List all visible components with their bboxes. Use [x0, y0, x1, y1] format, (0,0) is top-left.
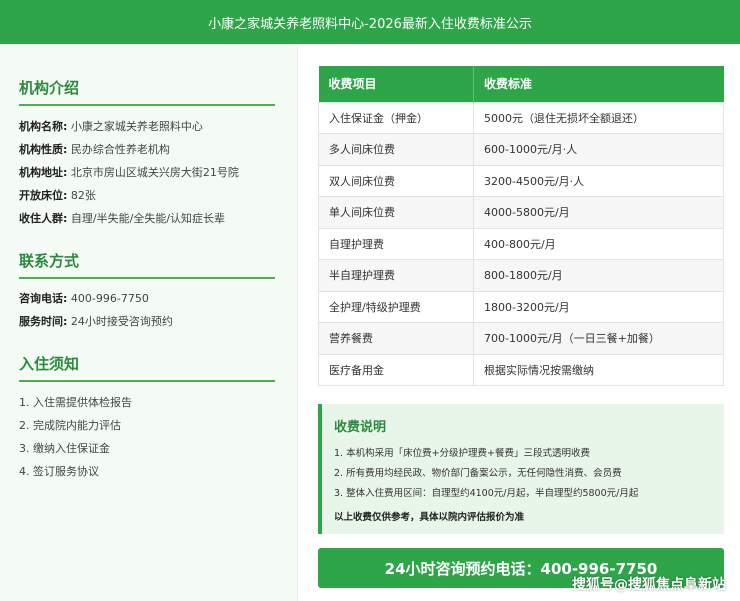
phone-link[interactable]: 400-996-7750: [71, 292, 149, 305]
table-row: 医疗备用金 根据实际情况按需缴纳: [318, 353, 724, 386]
note-line: 3. 整体入住费用区间：自理型约4100元/月起，半自理型约5800元/月起: [334, 488, 639, 499]
fee-item-cell: 营养餐费: [318, 322, 474, 355]
sidebar: 机构介绍 机构名称: 小康之家城关养老照料中心 机构性质: 民办综合性养老机构 …: [0, 44, 298, 601]
admission-item: 1. 入住需提供体检报告: [19, 396, 132, 409]
fee-item-cell: 双人间床位费: [318, 164, 474, 197]
fee-table: 收费项目 收费标准 入住保证金（押金） 5000元（退住无损坏全额退还） 多人间…: [318, 66, 724, 386]
table-row: 双人间床位费 3200-4500元/月·人: [318, 164, 724, 197]
fee-standard-cell: 3200-4500元/月·人: [473, 164, 724, 197]
fee-item-cell: 单人间床位费: [318, 196, 474, 229]
page-title: 小康之家城关养老照料中心-2026最新入住收费标准公示: [208, 16, 532, 32]
table-row: 单人间床位费 4000-5800元/月: [318, 196, 724, 229]
info-row-address: 机构地址: 北京市房山区城关兴房大街21号院: [19, 166, 239, 179]
fee-notes-box: 收费说明 1. 本机构采用「床位费+分级护理费+餐费」三段式透明收费 2. 所有…: [318, 404, 724, 534]
fee-item-cell: 医疗备用金: [318, 353, 474, 386]
table-row: 多人间床位费 600-1000元/月·人: [318, 133, 724, 166]
fee-standard-cell: 根据实际情况按需缴纳: [473, 353, 724, 386]
column-header-item: 收费项目: [318, 66, 474, 102]
note-line: 1. 本机构采用「床位费+分级护理费+餐费」三段式透明收费: [334, 448, 591, 459]
fee-table-header-row: 收费项目 收费标准: [318, 66, 724, 102]
info-row-phone: 咨询电话: 400-996-7750: [19, 292, 149, 305]
fee-item-cell: 多人间床位费: [318, 133, 474, 166]
note-line: 2. 所有费用均经民政、物价部门备案公示，无任何隐性消费、会员费: [334, 468, 622, 479]
fee-item-cell: 全护理/特级护理费: [318, 290, 474, 323]
column-header-standard: 收费标准: [473, 66, 724, 102]
fee-standard-cell: 1800-3200元/月: [473, 290, 724, 323]
table-row: 全护理/特级护理费 1800-3200元/月: [318, 290, 724, 323]
admission-item: 4. 签订服务协议: [19, 465, 99, 478]
info-row-hours: 服务时间: 24小时接受咨询预约: [19, 315, 173, 328]
section-title-institution: 机构介绍: [19, 77, 275, 106]
info-row-name: 机构名称: 小康之家城关养老照料中心: [19, 120, 203, 133]
admission-item: 2. 完成院内能力评估: [19, 419, 121, 432]
admission-item: 3. 缴纳入住保证金: [19, 442, 110, 455]
fee-standard-cell: 800-1800元/月: [473, 259, 724, 292]
section-title-contact: 联系方式: [19, 250, 275, 279]
info-row-beds: 开放床位: 82张: [19, 189, 96, 202]
info-row-nature: 机构性质: 民办综合性养老机构: [19, 143, 170, 156]
fee-standard-cell: 5000元（退住无损坏全额退还）: [473, 101, 724, 134]
fee-standard-cell: 600-1000元/月·人: [473, 133, 724, 166]
fee-standard-cell: 400-800元/月: [473, 227, 724, 260]
table-row: 自理护理费 400-800元/月: [318, 227, 724, 260]
watermark: 搜狐号@搜狐焦点阜新站: [572, 577, 726, 593]
table-row: 营养餐费 700-1000元/月（一日三餐+加餐）: [318, 322, 724, 355]
fee-item-cell: 自理护理费: [318, 227, 474, 260]
notes-title: 收费说明: [334, 420, 387, 435]
fee-item-cell: 入住保证金（押金）: [318, 101, 474, 134]
fee-item-cell: 半自理护理费: [318, 259, 474, 292]
section-title-admission: 入住须知: [19, 353, 275, 382]
info-row-audience: 收住人群: 自理/半失能/全失能/认知症长辈: [19, 212, 226, 225]
table-row: 半自理护理费 800-1800元/月: [318, 259, 724, 292]
fee-standard-cell: 700-1000元/月（一日三餐+加餐）: [473, 322, 724, 355]
table-row: 入住保证金（押金） 5000元（退住无损坏全额退还）: [318, 101, 724, 134]
page-header: 小康之家城关养老照料中心-2026最新入住收费标准公示: [0, 0, 740, 44]
fee-table-container: 收费项目 收费标准 入住保证金（押金） 5000元（退住无损坏全额退还） 多人间…: [318, 66, 724, 386]
fee-standard-cell: 4000-5800元/月: [473, 196, 724, 229]
notes-disclaimer: 以上收费仅供参考，具体以院内评估报价为准: [334, 512, 525, 523]
